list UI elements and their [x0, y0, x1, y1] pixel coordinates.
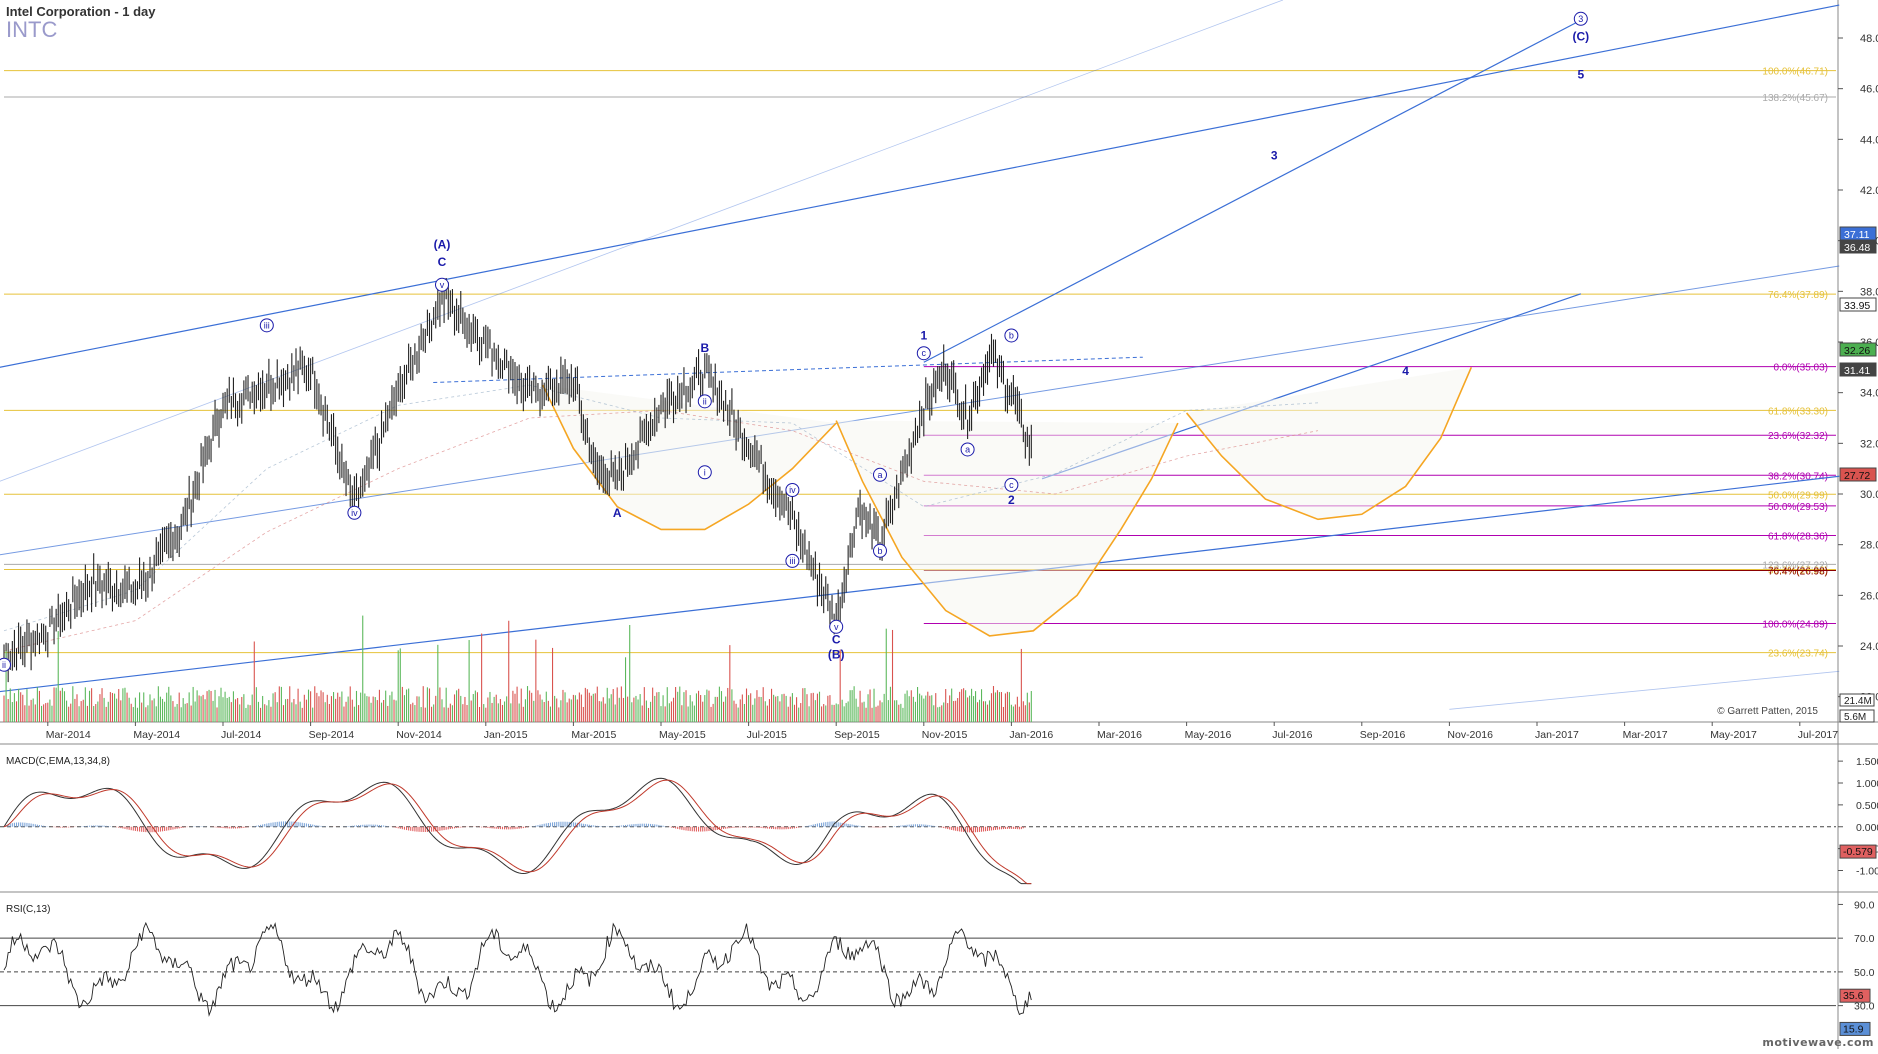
time-tick-label: Mar-2017 — [1623, 729, 1668, 741]
wave-label: 2 — [1008, 493, 1015, 507]
wave-label: ii — [703, 396, 707, 406]
fib-level-label: 100.0%(24.89) — [1762, 619, 1828, 630]
time-tick-label: Jan-2015 — [484, 729, 528, 741]
price-value-label: 27.72 — [1844, 470, 1870, 482]
wave-label: a — [877, 470, 882, 480]
time-tick-label: Nov-2015 — [922, 729, 968, 741]
wave-label: ii — [2, 660, 6, 670]
price-tick-label: 44.00 — [1860, 134, 1878, 146]
rsi-title: RSI(C,13) — [6, 904, 51, 915]
price-tick-label: 34.00 — [1860, 388, 1878, 400]
wave-label: c — [1009, 480, 1014, 490]
wave-label: a — [965, 444, 970, 454]
wave-label: 3 — [1271, 149, 1278, 163]
wave-label: C — [832, 632, 841, 646]
chart-svg[interactable]: 48.0046.0044.0042.0040.0038.0036.0034.00… — [0, 0, 1878, 1049]
wave-label: C — [438, 255, 447, 269]
rsi-tick-label: 90.0 — [1854, 899, 1875, 911]
price-tick-label: 48.00 — [1860, 33, 1878, 45]
price-value-label: 37.11 — [1844, 229, 1870, 241]
time-tick-label: Mar-2016 — [1097, 729, 1142, 741]
price-tick-label: 26.00 — [1860, 590, 1878, 602]
time-tick-label: May-2017 — [1710, 729, 1757, 741]
fib-level-label: 76.4%(26.98) — [1768, 567, 1828, 578]
time-tick-label: May-2015 — [659, 729, 706, 741]
wave-label: 4 — [1402, 364, 1409, 378]
time-tick-label: Sep-2014 — [309, 729, 355, 741]
fib-level-label: 23.6%(23.74) — [1768, 649, 1828, 660]
ticker-symbol: INTC — [6, 17, 58, 42]
time-tick-label: Jan-2016 — [1009, 729, 1053, 741]
wave-label: iii — [789, 556, 795, 566]
time-tick-label: Nov-2014 — [396, 729, 442, 741]
macd-tick-label: 1.500 — [1856, 756, 1878, 768]
fib-level-label: 50.0%(29.99) — [1768, 490, 1828, 501]
fib-level-label: 100.0%(46.71) — [1762, 67, 1828, 78]
rsi-value-label: 35.6 — [1843, 990, 1864, 1002]
wave-label: 3 — [1578, 14, 1583, 24]
price-tick-label: 46.00 — [1860, 84, 1878, 96]
fib-level-label: 61.8%(33.30) — [1768, 406, 1828, 417]
macd-tick-label: 1.000 — [1856, 778, 1878, 790]
price-tick-label: 32.00 — [1860, 438, 1878, 450]
volume-tick-label: 21.4M — [1844, 696, 1872, 707]
price-value-label: 33.95 — [1844, 300, 1870, 312]
price-value-label: 32.26 — [1844, 345, 1870, 357]
wave-label: (B) — [828, 648, 845, 662]
time-tick-label: Jan-2017 — [1535, 729, 1579, 741]
price-value-label: 31.41 — [1844, 365, 1870, 377]
wave-label: A — [613, 506, 622, 520]
price-tick-label: 38.00 — [1860, 286, 1878, 298]
time-tick-label: Jul-2015 — [747, 729, 787, 741]
wave-label: 1 — [920, 328, 927, 342]
fib-level-label: 138.2%(45.67) — [1762, 93, 1828, 104]
rsi-tick-label: 70.0 — [1854, 933, 1875, 945]
wave-label: v — [440, 280, 445, 290]
rsi-tick-label: 50.0 — [1854, 967, 1875, 979]
time-tick-label: May-2016 — [1185, 729, 1232, 741]
wave-label: iii — [264, 320, 270, 330]
fib-level-label: 61.8%(28.36) — [1768, 532, 1828, 543]
time-tick-label: May-2014 — [133, 729, 180, 741]
brand-watermark: motivewave.com — [1762, 1036, 1874, 1049]
macd-value-label: -0.579 — [1843, 846, 1873, 858]
fib-level-label: 76.4%(37.89) — [1768, 290, 1828, 301]
macd-tick-label: 0.500 — [1856, 800, 1878, 812]
copyright-credit: © Garrett Patten, 2015 — [1717, 706, 1818, 717]
wave-label: B — [700, 341, 709, 355]
wave-label: (A) — [434, 237, 451, 251]
wave-label: (C) — [1572, 30, 1589, 44]
wave-label: 5 — [1577, 68, 1584, 82]
chart-root: 48.0046.0044.0042.0040.0038.0036.0034.00… — [0, 0, 1878, 1049]
macd-tick-label: 0.000 — [1856, 822, 1878, 834]
wave-label: b — [1009, 330, 1014, 340]
time-tick-label: Sep-2016 — [1360, 729, 1406, 741]
price-tick-label: 30.00 — [1860, 489, 1878, 501]
time-tick-label: Jul-2016 — [1272, 729, 1312, 741]
price-tick-label: 28.00 — [1860, 540, 1878, 552]
wave-label: i — [704, 467, 706, 477]
macd-title: MACD(C,EMA,13,34,8) — [6, 756, 110, 767]
price-tick-label: 42.00 — [1860, 185, 1878, 197]
price-value-label: 36.48 — [1844, 242, 1870, 254]
wave-label: v — [834, 622, 839, 632]
fib-level-label: 50.0%(29.53) — [1768, 502, 1828, 513]
time-tick-label: Mar-2015 — [571, 729, 616, 741]
macd-tick-label: -1.000 — [1856, 866, 1878, 878]
fib-level-label: 23.6%(32.32) — [1768, 431, 1828, 442]
volume-tick-label: 5.6M — [1844, 712, 1866, 723]
rsi-value-label: 15.9 — [1843, 1023, 1864, 1035]
time-tick-label: Jul-2014 — [221, 729, 261, 741]
time-tick-label: Mar-2014 — [46, 729, 91, 741]
fib-level-label: 0.0%(35.03) — [1774, 363, 1828, 374]
wave-label: b — [877, 546, 882, 556]
price-tick-label: 24.00 — [1860, 641, 1878, 653]
time-tick-label: Jul-2017 — [1798, 729, 1838, 741]
time-tick-label: Nov-2016 — [1447, 729, 1493, 741]
wave-label: iv — [351, 508, 358, 518]
wave-label: iv — [789, 485, 796, 495]
wave-label: c — [922, 348, 927, 358]
time-tick-label: Sep-2015 — [834, 729, 880, 741]
